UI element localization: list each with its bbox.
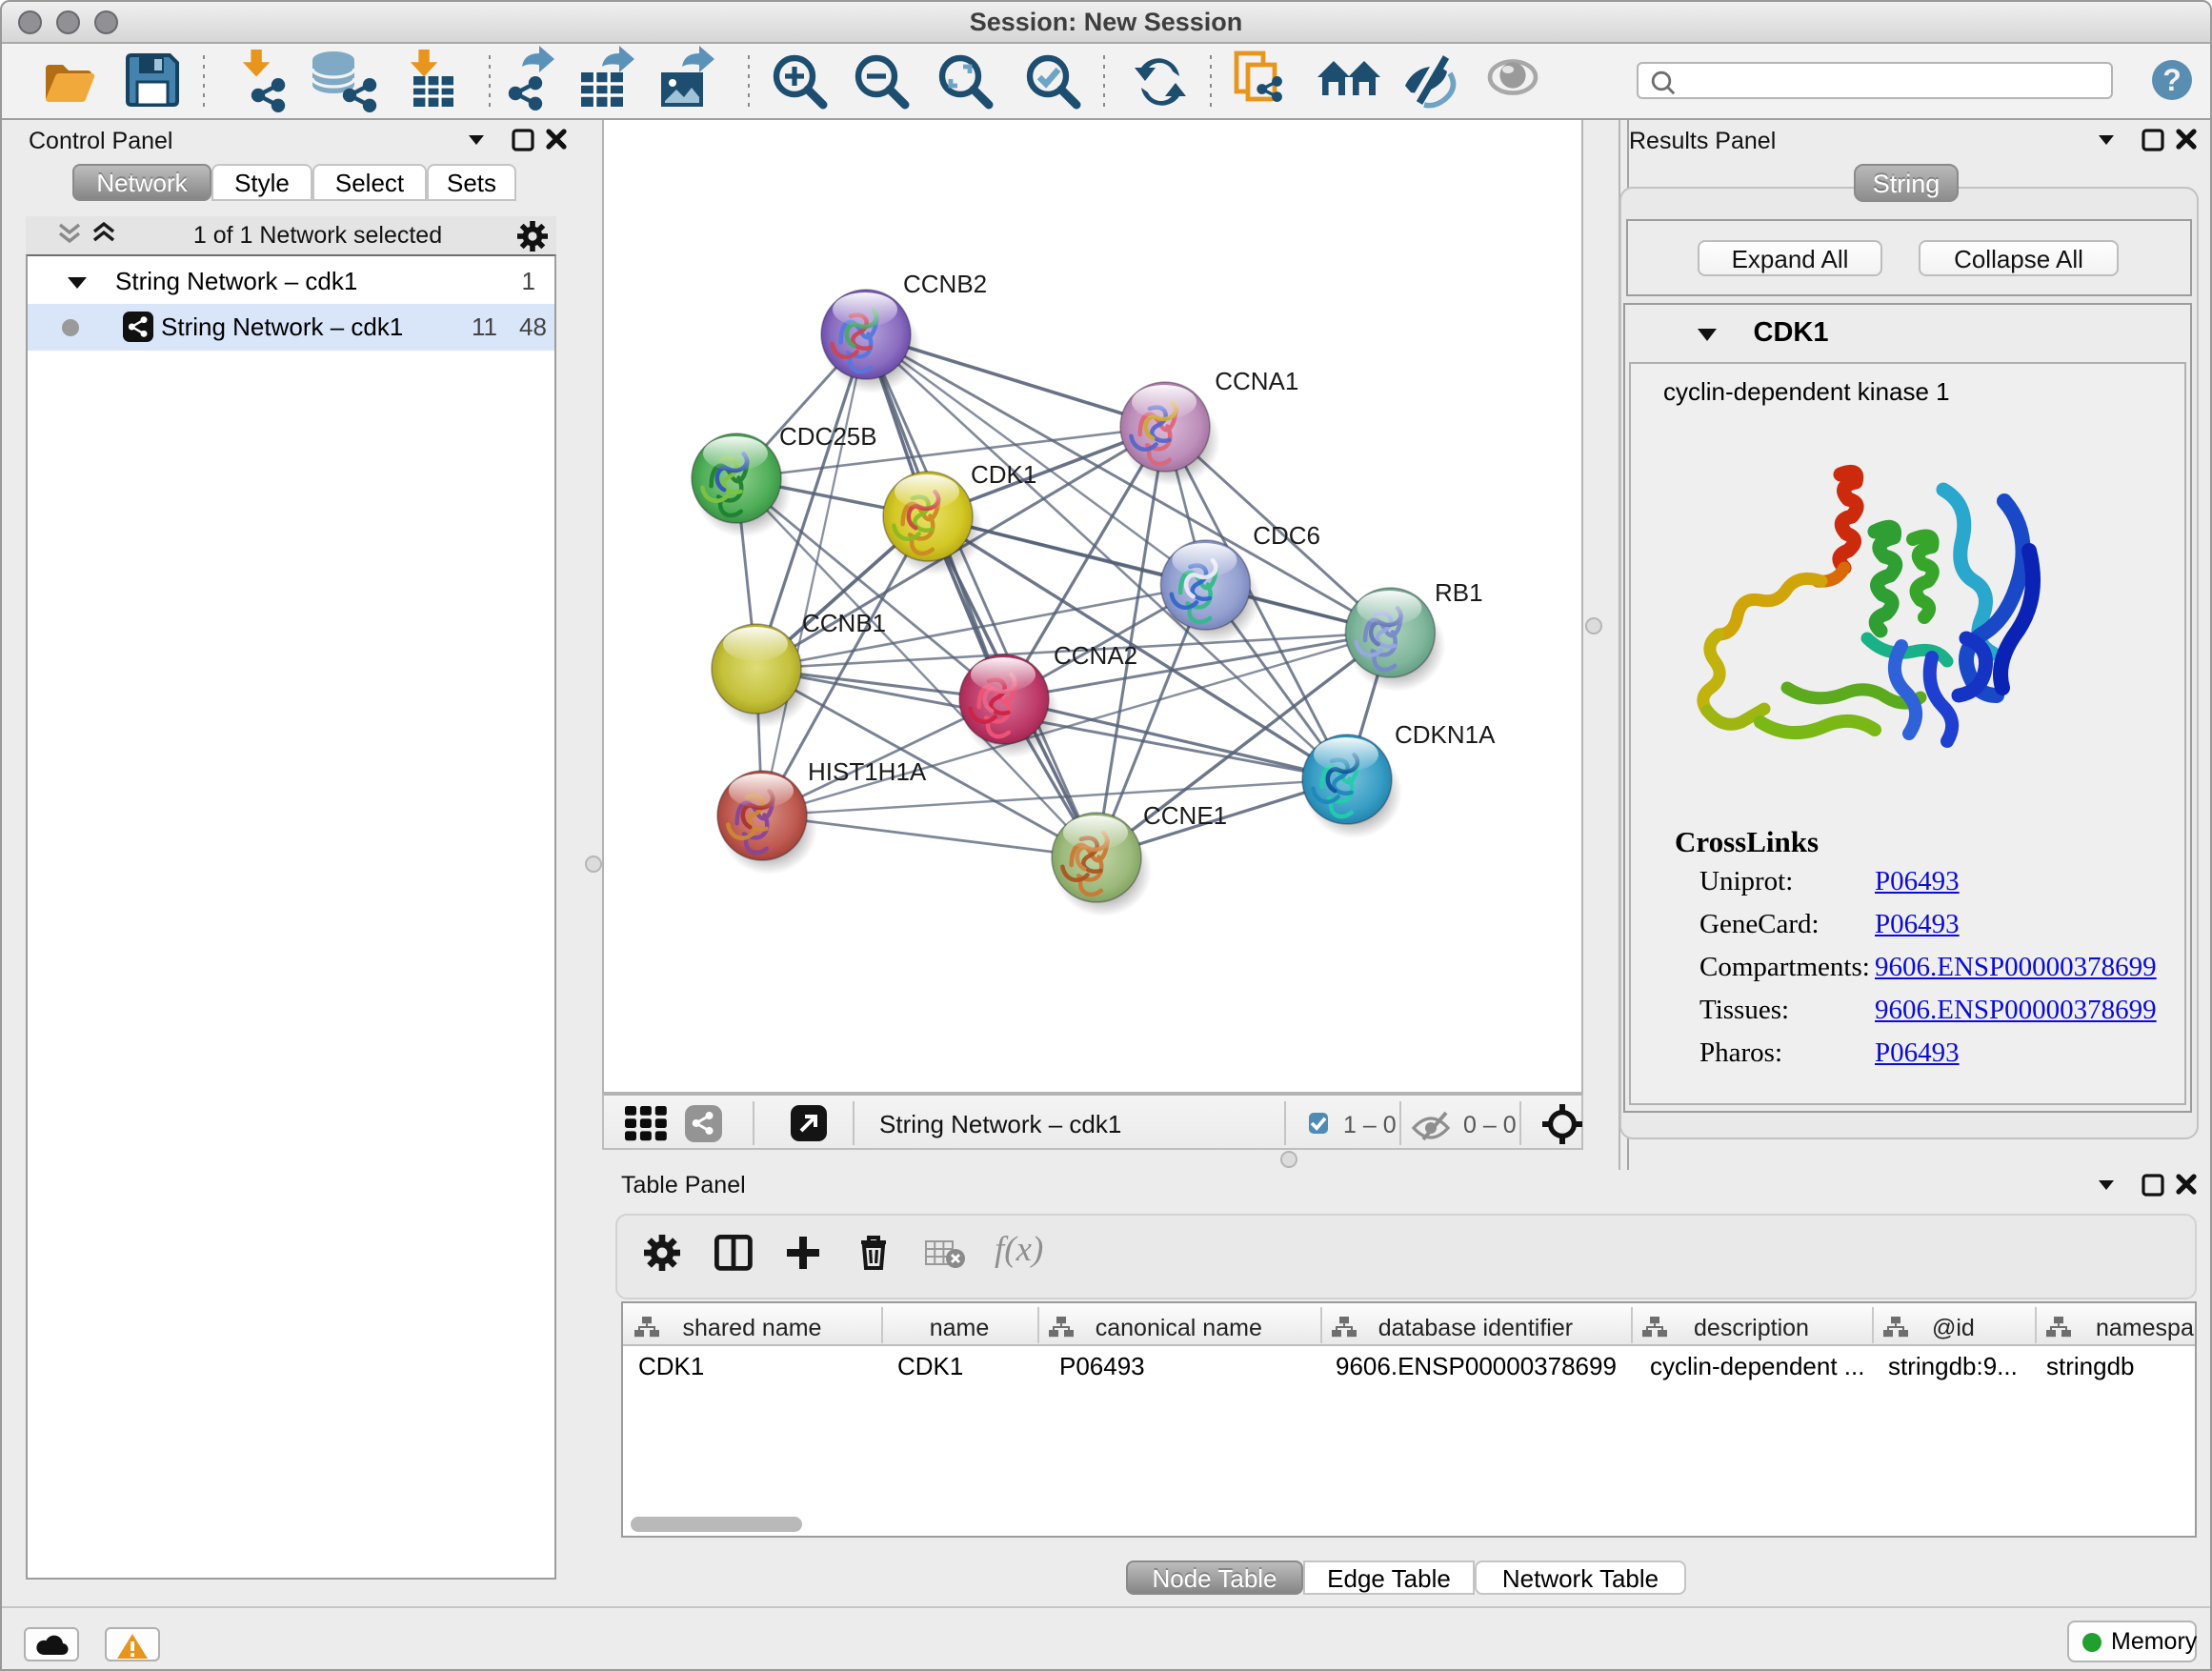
svg-text:CCNA2: CCNA2	[1054, 641, 1137, 670]
svg-text:CDK1: CDK1	[971, 460, 1036, 489]
svg-text:CDKN1A: CDKN1A	[1395, 720, 1496, 749]
svg-text:CCNA1: CCNA1	[1215, 367, 1298, 395]
svg-text:CCNB1: CCNB1	[802, 609, 886, 637]
svg-text:CDC25B: CDC25B	[779, 422, 877, 451]
svg-text:CCNE1: CCNE1	[1143, 801, 1227, 830]
svg-text:RB1: RB1	[1435, 578, 1483, 607]
svg-text:CDC6: CDC6	[1253, 521, 1320, 550]
svg-text:HIST1H1A: HIST1H1A	[808, 757, 927, 786]
svg-text:CCNB2: CCNB2	[903, 270, 987, 298]
